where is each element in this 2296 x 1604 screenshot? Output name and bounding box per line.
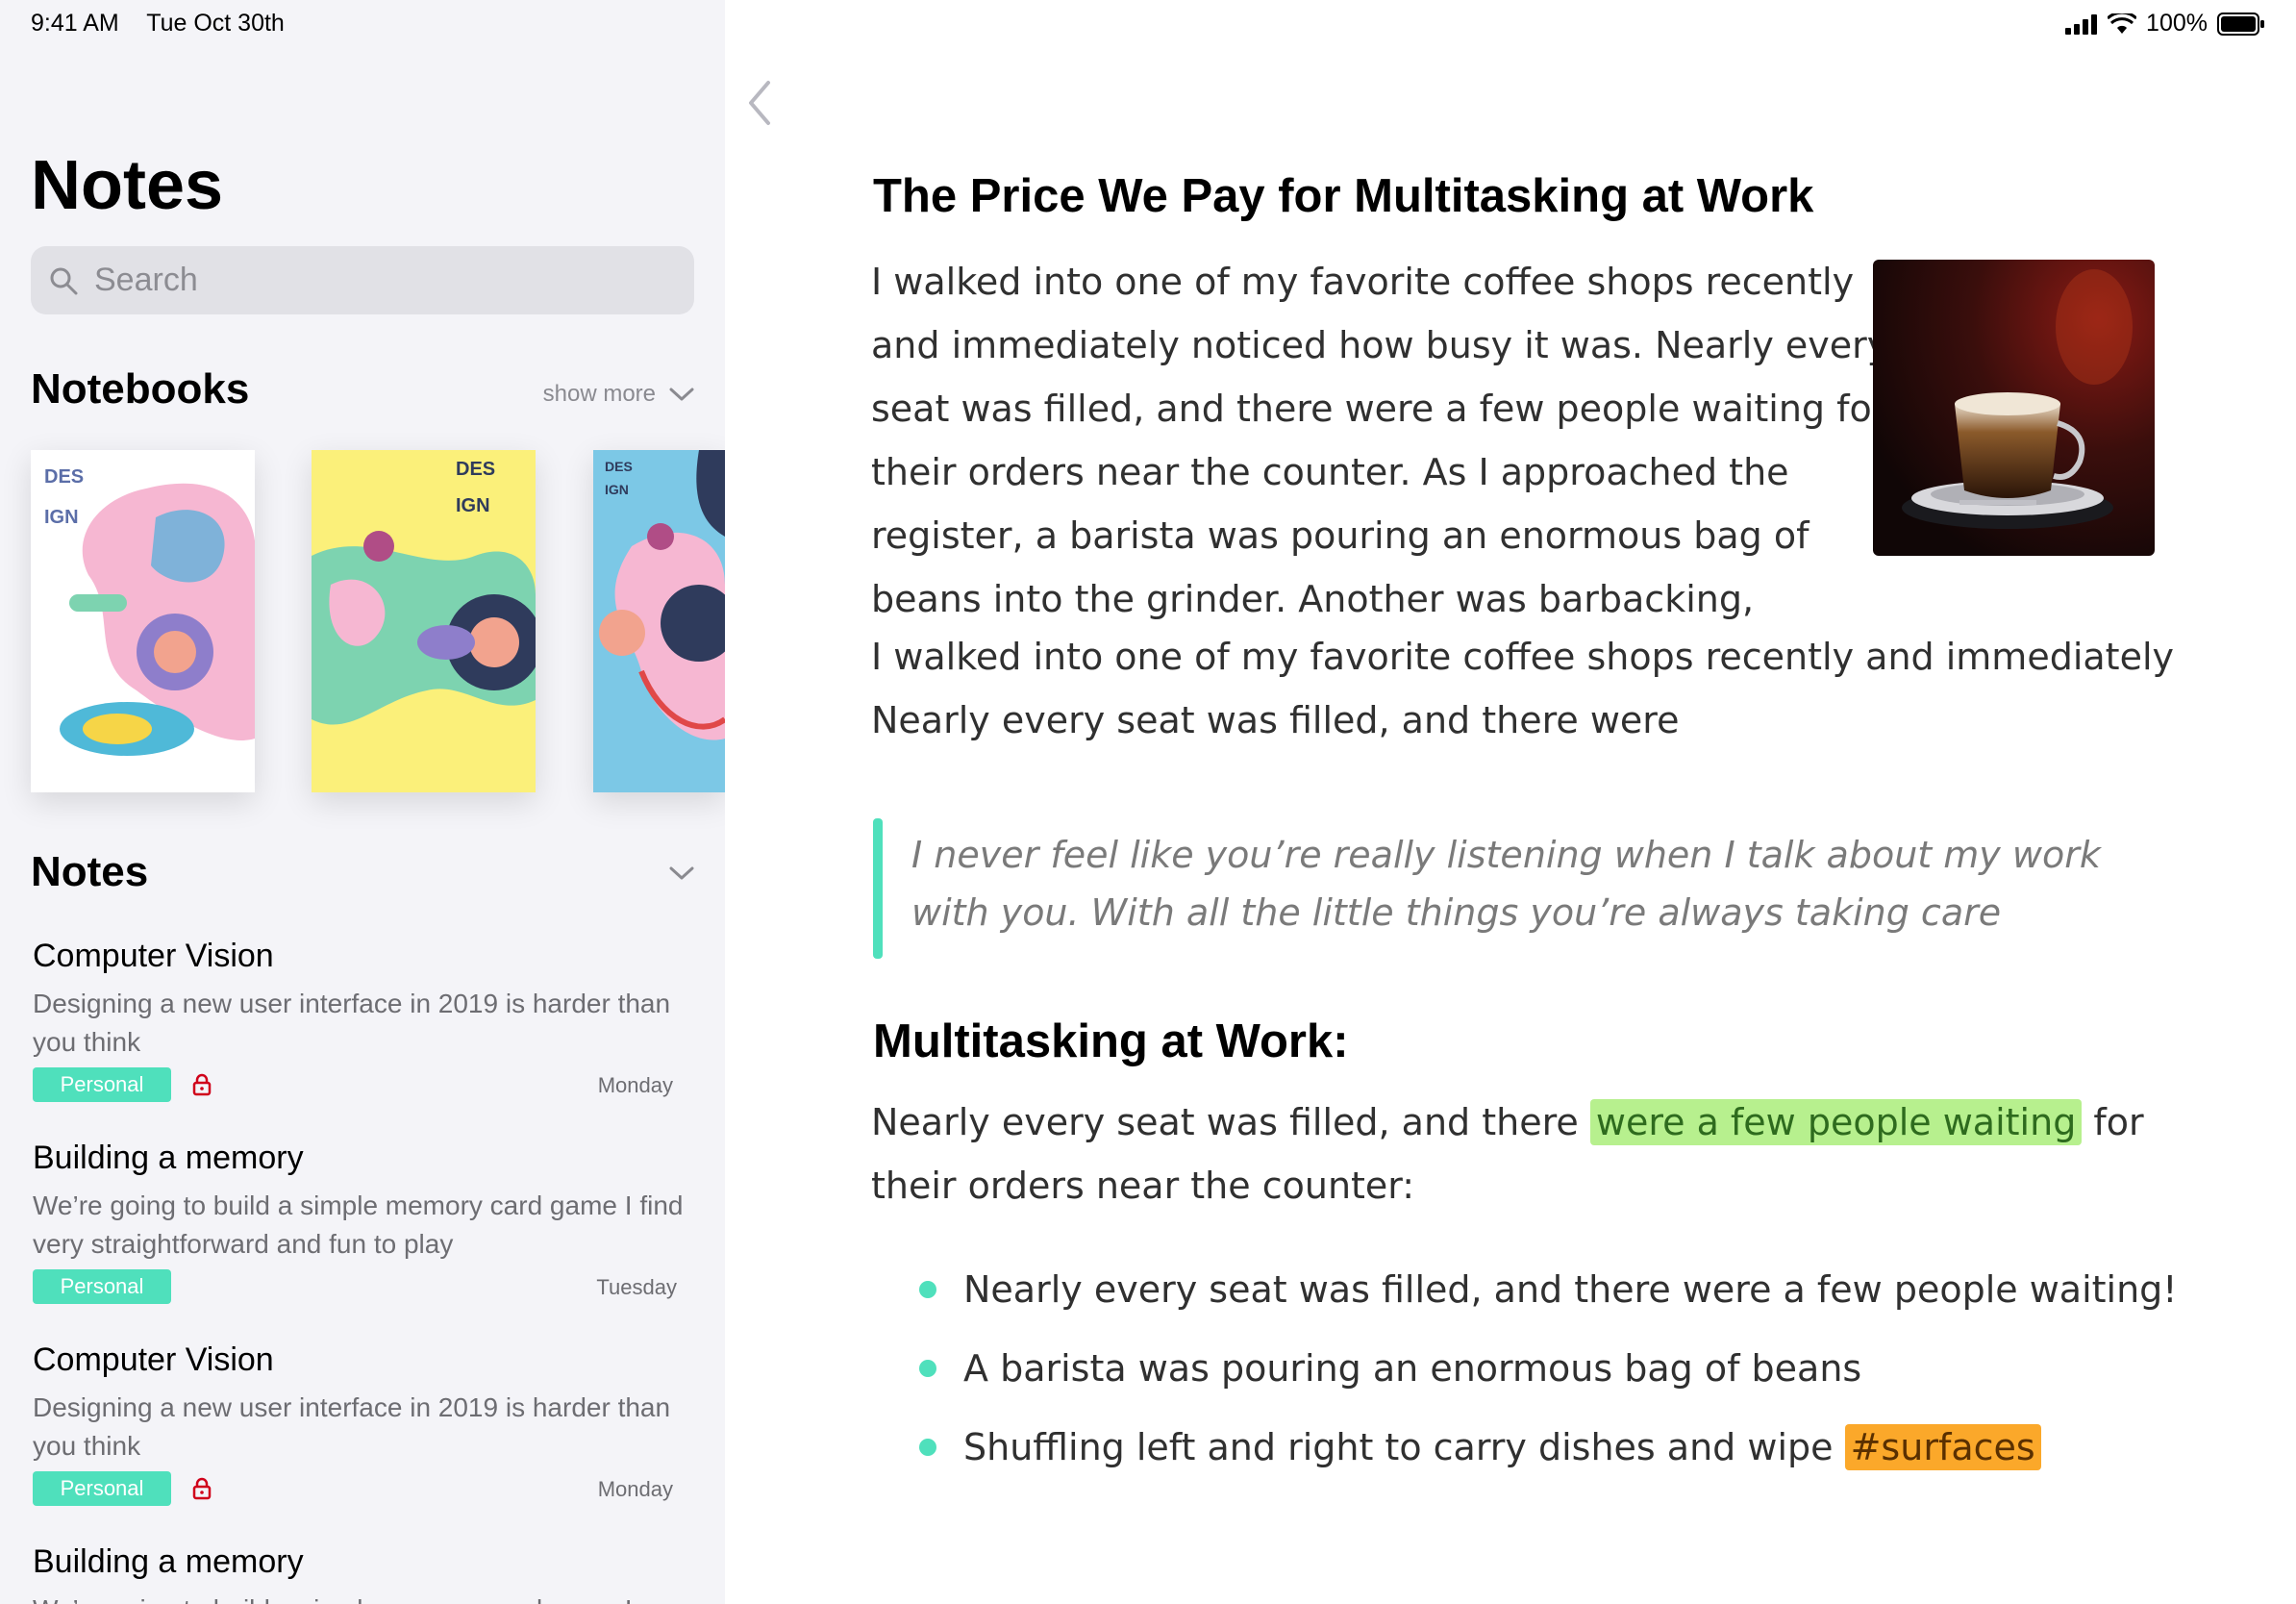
- status-time: 9:41 AM: [31, 10, 119, 37]
- text-line: their orders near the counter. As I appr…: [871, 451, 1789, 493]
- search-placeholder: Search: [94, 262, 198, 298]
- chevron-down-icon: [669, 388, 694, 401]
- note-title: Computer Vision: [33, 938, 274, 974]
- chevron-left-icon: [749, 81, 770, 125]
- show-more-button[interactable]: show more: [543, 381, 694, 408]
- cover-label-top: DES: [44, 466, 84, 488]
- status-bar-left: 9:41 AM Tue Oct 30th: [31, 10, 306, 38]
- note-meta: Personal Monday: [33, 1067, 696, 1104]
- note-tag[interactable]: Personal: [33, 1269, 171, 1304]
- status-date: Tue Oct 30th: [146, 10, 285, 37]
- note-paragraph: Nearly every seat was filled, and there …: [871, 1090, 2144, 1217]
- notebook-cover-art: DES IGN: [31, 450, 255, 792]
- text-line: and immediately noticed how busy it was.…: [871, 324, 1889, 366]
- bullet-text: Shuffling left and right to carry dishes…: [963, 1426, 1845, 1468]
- note-tag[interactable]: Personal: [33, 1471, 171, 1506]
- quote-text: I never feel like you’re really listenin…: [911, 826, 2101, 941]
- cover-label-top: DES: [456, 459, 495, 480]
- sidebar: 9:41 AM Tue Oct 30th Notes Search Notebo…: [0, 0, 725, 1604]
- lock-icon: [192, 1477, 212, 1500]
- chevron-down-icon: [669, 866, 694, 880]
- notebook-cover-1[interactable]: DES IGN: [31, 450, 255, 792]
- notebook-cover-3[interactable]: DES IGN: [593, 450, 725, 792]
- text-line: register, a barista was pouring an enorm…: [871, 514, 1809, 557]
- show-more-label: show more: [542, 381, 656, 407]
- wifi-icon: [2108, 13, 2137, 34]
- bullet-item: Nearly every seat was filled, and there …: [919, 1250, 2178, 1329]
- text-line: their orders near the counter:: [871, 1165, 1415, 1207]
- text-line: beans into the grinder. Another was barb…: [871, 578, 1755, 620]
- notebooks-carousel[interactable]: DES IGN DES IGN DES IGN: [31, 450, 725, 792]
- bullet-item: A barista was pouring an enormous bag of…: [919, 1329, 2178, 1408]
- note-paragraph: I walked into one of my favorite coffee …: [871, 250, 1889, 631]
- text-line: I walked into one of my favorite coffee …: [871, 636, 2174, 678]
- bullet-item: Shuffling left and right to carry dishes…: [919, 1408, 2178, 1487]
- note-tag[interactable]: Personal: [33, 1067, 171, 1102]
- quote-bar: [873, 818, 883, 959]
- text-line: Nearly every seat was filled, and there …: [871, 699, 1680, 741]
- notebook-cover-2[interactable]: DES IGN: [312, 450, 536, 792]
- sidebar-title: Notes: [31, 147, 224, 224]
- note-list-item[interactable]: Computer Vision Designing a new user int…: [33, 938, 696, 1104]
- cover-label-bottom: IGN: [605, 482, 629, 497]
- text-line: Nearly every seat was filled, and there …: [871, 1090, 2144, 1154]
- bullet-text: A barista was pouring an enormous bag of…: [963, 1347, 1862, 1390]
- battery-icon: [2217, 12, 2264, 36]
- note-preview: We’re going to build a simple memory car…: [33, 1591, 696, 1604]
- cover-label-bottom: IGN: [456, 495, 490, 516]
- search-input[interactable]: Search: [31, 246, 694, 314]
- bullet-list: Nearly every seat was filled, and there …: [919, 1250, 2178, 1487]
- quote-line: I never feel like you’re really listenin…: [911, 834, 2101, 876]
- note-list-item[interactable]: Building a memory We’re going to build a…: [33, 1543, 696, 1604]
- note-preview: Designing a new user interface in 2019 i…: [33, 989, 671, 1057]
- note-date: Monday: [597, 1477, 673, 1501]
- note-preview: Designing a new user interface in 2019 i…: [33, 1392, 671, 1461]
- note-date: Monday: [597, 1073, 673, 1097]
- notes-heading: Notes: [31, 848, 149, 895]
- note-meta: Personal Tuesday: [33, 1269, 696, 1306]
- bullet-dot: [919, 1439, 936, 1456]
- note-date: Tuesday: [596, 1275, 677, 1299]
- notes-collapse-toggle[interactable]: [669, 865, 694, 886]
- text-segment: Nearly every seat was filled, and there: [871, 1101, 1590, 1143]
- note-list-item[interactable]: Building a memory We’re going to build a…: [33, 1140, 696, 1306]
- bullet-dot: [919, 1281, 936, 1298]
- battery-percent: 100%: [2146, 10, 2208, 37]
- note-title: Building a memory: [33, 1140, 304, 1176]
- text-segment: for: [2082, 1101, 2144, 1143]
- note-preview: We’re going to build a simple memory car…: [33, 1190, 684, 1259]
- lock-icon: [192, 1073, 212, 1096]
- back-button[interactable]: [745, 79, 774, 132]
- search-icon: [50, 267, 78, 294]
- note-heading: The Price We Pay for Multitasking at Wor…: [873, 170, 1814, 222]
- coffee-photo[interactable]: [1873, 260, 2155, 556]
- note-meta: Personal Monday: [33, 1471, 696, 1508]
- quote-line: with you. With all the little things you…: [911, 891, 2002, 934]
- note-title: Computer Vision: [33, 1341, 274, 1378]
- note-list-item[interactable]: Computer Vision Designing a new user int…: [33, 1341, 696, 1508]
- highlight-green[interactable]: were a few people waiting: [1589, 1099, 2083, 1145]
- cellular-signal-icon: [2065, 13, 2098, 35]
- notebook-cover-art: DES IGN: [312, 450, 536, 792]
- note-title: Building a memory: [33, 1543, 304, 1580]
- text-line: I walked into one of my favorite coffee …: [871, 261, 1855, 303]
- text-line: seat was filled, and there were a few pe…: [871, 388, 1887, 430]
- cover-label-bottom: IGN: [44, 507, 79, 528]
- cover-label-top: DES: [605, 459, 633, 474]
- note-subheading: Multitasking at Work:: [873, 1015, 1349, 1067]
- hashtag[interactable]: #surfaces: [1844, 1424, 2041, 1470]
- notebooks-heading: Notebooks: [31, 365, 250, 413]
- status-bar-right: 100%: [2065, 10, 2275, 38]
- notebook-cover-art: DES IGN: [593, 450, 725, 792]
- coffee-image: [1873, 260, 2155, 556]
- bullet-dot: [919, 1360, 936, 1377]
- note-paragraph: I walked into one of my favorite coffee …: [871, 625, 2174, 752]
- blockquote: I never feel like you’re really listenin…: [873, 818, 2101, 959]
- bullet-text: Nearly every seat was filled, and there …: [963, 1268, 2178, 1311]
